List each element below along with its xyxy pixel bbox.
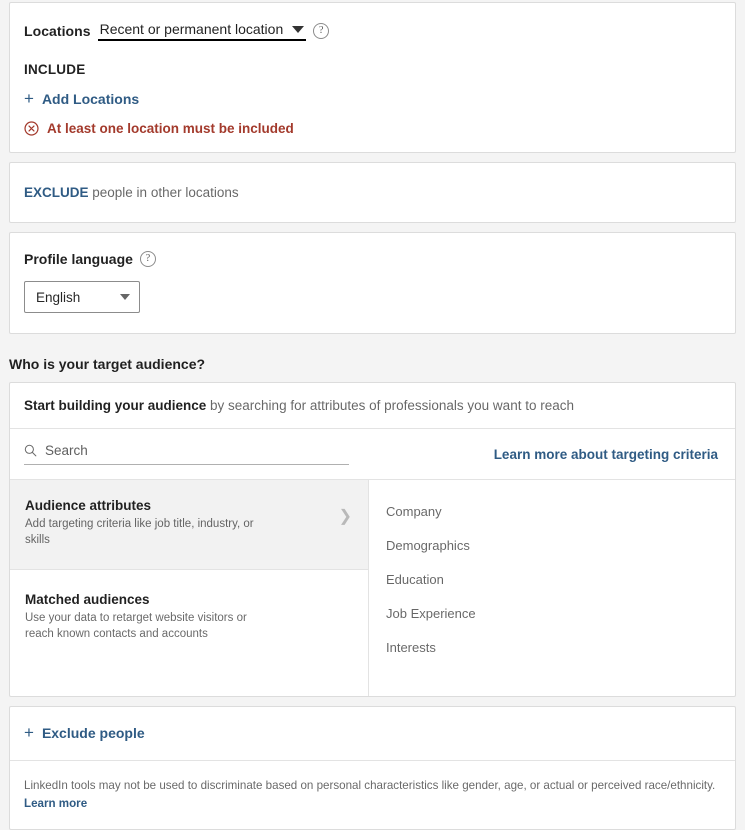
error-circle-x-icon [24, 121, 39, 136]
caret-down-icon [120, 294, 130, 300]
audience-attributes-text: Audience attributes Add targeting criter… [25, 498, 275, 549]
add-locations-label: Add Locations [41, 90, 140, 107]
search-box[interactable] [24, 443, 349, 465]
audience-builder-card: Start building your audience by searchin… [9, 382, 736, 697]
exclude-people-card: + Exclude people LinkedIn tools may not … [9, 706, 736, 830]
audience-attributes-title: Audience attributes [25, 498, 152, 513]
locations-card: Locations Recent or permanent location ?… [9, 2, 736, 153]
profile-language-card: Profile language ? English [9, 232, 736, 334]
caret-down-icon [292, 25, 305, 33]
learn-more-targeting-link[interactable]: Learn more about targeting criteria [494, 447, 721, 462]
profile-language-label: Profile language [24, 251, 133, 267]
locations-label: Locations [24, 23, 91, 39]
exclude-locations-link[interactable]: EXCLUDE [24, 185, 89, 200]
audience-attributes-desc: Add targeting criteria like job title, i… [25, 518, 254, 547]
matched-audiences-option[interactable]: Matched audiences Use your data to retar… [10, 568, 368, 663]
question-circle-icon[interactable]: ? [139, 251, 156, 267]
add-locations-button[interactable]: + Add Locations [24, 90, 139, 107]
profile-language-header: Profile language ? [24, 251, 721, 267]
chevron-right-icon: ❯ [338, 508, 352, 525]
question-circle-icon[interactable]: ? [313, 23, 330, 39]
category-item-interests[interactable]: Interests [386, 631, 735, 665]
profile-language-value: English [36, 289, 81, 305]
category-item-education[interactable]: Education [386, 563, 735, 597]
matched-audiences-desc: Use your data to retarget website visito… [25, 611, 247, 640]
locations-header-row: Locations Recent or permanent location ? [24, 21, 721, 41]
discrimination-disclaimer: LinkedIn tools may not be used to discri… [10, 761, 735, 829]
exclude-locations-text: people in other locations [88, 185, 239, 200]
audience-picker: Audience attributes Add targeting criter… [10, 480, 735, 696]
targeting-page: Locations Recent or permanent location ?… [0, 0, 745, 830]
category-item-demographics[interactable]: Demographics [386, 529, 735, 563]
location-type-value: Recent or permanent location [99, 21, 284, 37]
exclude-people-row: + Exclude people [10, 707, 735, 761]
start-building-banner: Start building your audience by searchin… [10, 383, 735, 429]
location-type-dropdown[interactable]: Recent or permanent location [97, 21, 307, 41]
exclude-locations-card[interactable]: EXCLUDE people in other locations [9, 162, 736, 223]
audience-category-list: Company Demographics Education Job Exper… [369, 480, 735, 696]
audience-attributes-option[interactable]: Audience attributes Add targeting criter… [10, 480, 368, 569]
search-input[interactable] [45, 443, 349, 458]
include-label: INCLUDE [24, 62, 86, 77]
exclude-people-button[interactable]: + Exclude people [24, 724, 145, 741]
target-audience-heading: Who is your target audience? [9, 356, 206, 372]
start-building-strong: Start building your audience [24, 398, 207, 413]
exclude-people-label: Exclude people [41, 724, 145, 741]
start-building-rest: by searching for attributes of professio… [206, 398, 574, 413]
matched-audiences-title: Matched audiences [25, 591, 150, 607]
audience-picker-left: Audience attributes Add targeting criter… [10, 480, 369, 696]
audience-search-row: Learn more about targeting criteria [10, 429, 735, 480]
plus-icon: + [24, 88, 34, 108]
profile-language-select[interactable]: English [24, 281, 140, 313]
category-item-company[interactable]: Company [386, 495, 735, 529]
search-icon [24, 444, 37, 457]
category-item-job-experience[interactable]: Job Experience [386, 597, 735, 631]
plus-icon: + [24, 722, 34, 742]
disclaimer-text: LinkedIn tools may not be used to discri… [24, 779, 716, 792]
locations-error-text: At least one location must be included [47, 121, 294, 136]
locations-error: At least one location must be included [24, 121, 721, 136]
